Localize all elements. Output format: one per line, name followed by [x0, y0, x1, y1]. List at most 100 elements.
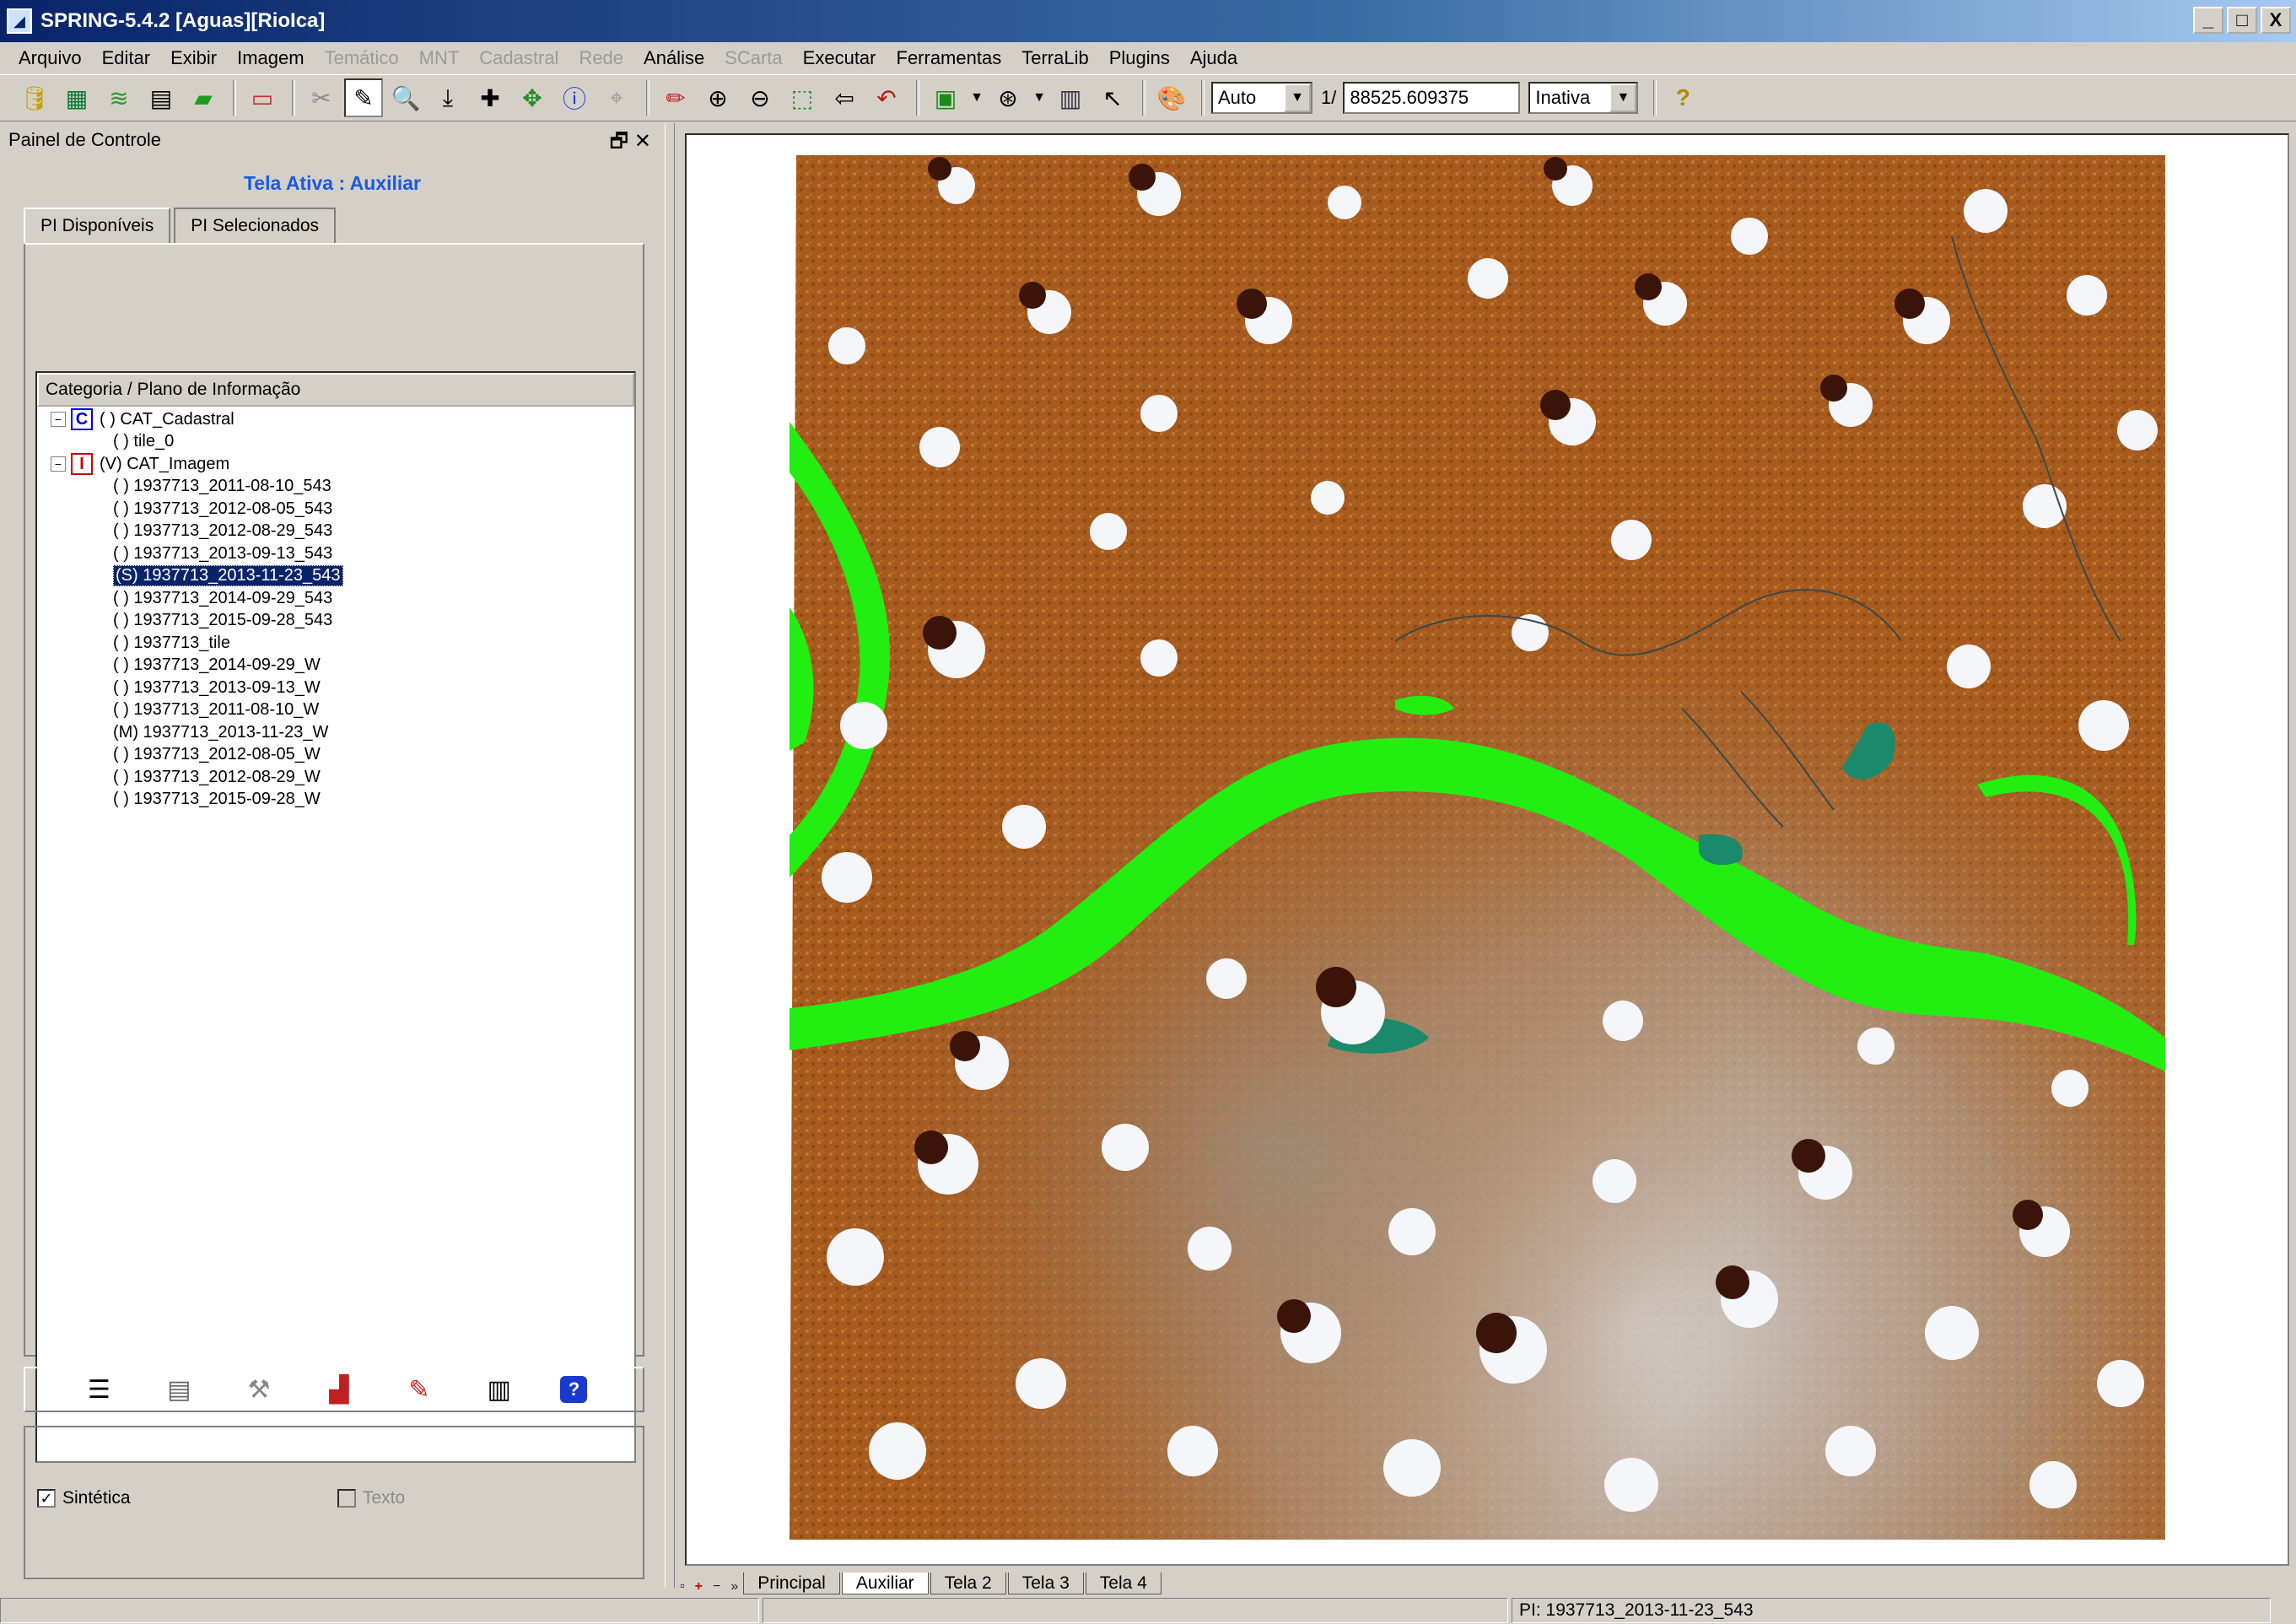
menu-arquivo[interactable]: Arquivo [8, 47, 92, 69]
tree-item[interactable]: ( ) 1937713_tile [46, 632, 634, 655]
tab-tela-2[interactable]: Tela 2 [930, 1573, 1006, 1594]
measure-icon[interactable]: ⌖ [597, 78, 636, 117]
edit-icon[interactable]: ✎ [401, 1371, 438, 1408]
tree-item[interactable]: ( ) 1937713_2011-08-10_543 [46, 476, 634, 499]
cursor-cross-icon[interactable]: ✚ [471, 78, 509, 117]
tab-pi-selecionados[interactable]: PI Selecionados [174, 208, 337, 243]
pointer-icon[interactable]: ↖ [1093, 78, 1132, 117]
chart-icon[interactable]: ▥ [1051, 78, 1090, 117]
pencil-icon[interactable]: ✏ [656, 78, 695, 117]
grid-icon[interactable]: ▤ [142, 78, 181, 117]
menu-imagem[interactable]: Imagem [227, 47, 314, 69]
menu-plugins[interactable]: Plugins [1099, 47, 1180, 69]
polygon-icon[interactable]: ▰ [184, 78, 223, 117]
layers-icon[interactable]: ≋ [100, 78, 138, 117]
menu-analise[interactable]: Análise [633, 47, 714, 69]
zoom-options-icon[interactable]: ⊛ [989, 78, 1027, 117]
select-icon[interactable]: ⤓ [428, 78, 467, 117]
screen-icon[interactable]: ▭ [243, 78, 282, 117]
tree-item[interactable]: ( ) tile_0 [46, 431, 634, 454]
collapse-icon[interactable]: − [51, 412, 66, 428]
pan-icon[interactable]: ✥ [513, 78, 552, 117]
tree-category[interactable]: − I (V) CAT_Imagem [46, 453, 634, 476]
paint-icon[interactable]: ▟ [321, 1371, 358, 1408]
dropdown-arrow-icon[interactable]: ▼ [1031, 78, 1048, 117]
tree-item[interactable]: ( ) 1937713_2013-09-13_543 [46, 542, 634, 565]
tab-pi-disponiveis[interactable]: PI Disponíveis [24, 208, 171, 243]
tree-item[interactable]: ( ) 1937713_2015-09-28_W [46, 789, 634, 812]
tree-item[interactable]: ( ) 1937713_2014-09-29_543 [46, 587, 634, 610]
tree-item[interactable]: ( ) 1937713_2011-08-10_W [46, 699, 634, 722]
tree-item[interactable]: ( ) 1937713_2012-08-05_W [46, 744, 634, 767]
map-canvas[interactable] [685, 133, 2289, 1566]
menu-ajuda[interactable]: Ajuda [1180, 47, 1248, 69]
menu-exibir[interactable]: Exibir [160, 47, 227, 69]
tree-item[interactable]: ( ) 1937713_2015-09-28_543 [46, 610, 634, 633]
tab-auxiliar[interactable]: Auxiliar [841, 1573, 929, 1594]
menu-ferramentas[interactable]: Ferramentas [887, 47, 1012, 69]
collapse-icon[interactable]: − [51, 456, 66, 472]
tools-icon[interactable]: ⚒ [240, 1371, 278, 1408]
tree-category[interactable]: − C ( ) CAT_Cadastral [46, 408, 634, 431]
tab-tela-4[interactable]: Tela 4 [1085, 1573, 1161, 1594]
chevron-down-icon[interactable]: ▼ [1284, 84, 1311, 112]
menu-mnt[interactable]: MNT [409, 47, 470, 69]
texto-checkbox[interactable] [337, 1489, 356, 1508]
screen-nav-3[interactable]: » [730, 1579, 738, 1594]
palette-icon[interactable]: 🎨 [1152, 78, 1191, 117]
help-icon[interactable]: ? [1663, 78, 1702, 117]
sintetica-checkbox[interactable]: ✓ [37, 1489, 56, 1508]
menu-rede[interactable]: Rede [569, 47, 633, 69]
display-icon[interactable]: ▣ [926, 78, 965, 117]
cut-icon[interactable]: ✂ [302, 78, 341, 117]
menu-scarta[interactable]: SCarta [714, 47, 792, 69]
zoom-in-icon[interactable]: ⊕ [698, 78, 737, 117]
screen-nav-1[interactable]: + [695, 1579, 703, 1594]
tree-item[interactable]: ( ) 1937713_2014-09-29_W [46, 655, 634, 677]
tree-item[interactable]: (S) 1937713_2013-11-23_543 [46, 565, 634, 588]
list-icon[interactable]: ☰ [80, 1371, 117, 1408]
scale-input[interactable]: 88525.609375 [1343, 82, 1521, 114]
screen-nav-2[interactable]: − [713, 1579, 720, 1594]
help-icon[interactable]: ? [560, 1376, 588, 1403]
close-button[interactable]: X [2261, 7, 2291, 34]
project-icon[interactable]: ▦ [57, 78, 96, 117]
info-icon[interactable]: ⓘ [555, 78, 594, 117]
maximize-button[interactable]: □ [2227, 7, 2257, 34]
screen-nav-0[interactable]: ▫ [680, 1579, 685, 1594]
magnifier-icon[interactable]: 🔍 [386, 78, 425, 117]
tab-tela-3[interactable]: Tela 3 [1007, 1573, 1084, 1594]
tree-item[interactable]: ( ) 1937713_2012-08-05_543 [46, 498, 634, 521]
chevron-down-icon[interactable]: ▼ [1609, 84, 1637, 112]
menu-terralib[interactable]: TerraLib [1011, 47, 1098, 69]
panel-controls[interactable]: 🗗 ✕ [610, 127, 651, 161]
zoom-out-icon[interactable]: ⊖ [741, 78, 779, 117]
zoom-area-icon[interactable]: ⬚ [783, 78, 822, 117]
tree-item[interactable]: ( ) 1937713_2012-08-29_543 [46, 521, 634, 543]
sintetica-label: Sintética [62, 1488, 131, 1508]
tab-principal[interactable]: Principal [743, 1573, 840, 1594]
menu-tematico[interactable]: Temático [315, 47, 409, 69]
sintetica-option[interactable]: ✓ Sintética [37, 1488, 131, 1508]
status-mode-select[interactable]: Inativa ▼ [1528, 82, 1639, 114]
undo-icon[interactable]: ↶ [867, 78, 906, 117]
menu-editar[interactable]: Editar [92, 47, 160, 69]
minimize-button[interactable]: _ [2193, 7, 2223, 34]
draw-icon[interactable]: ✎ [344, 78, 383, 117]
panel-splitter[interactable] [665, 123, 675, 1588]
menu-executar[interactable]: Executar [793, 47, 887, 69]
table-icon[interactable]: ▥ [481, 1371, 518, 1408]
tree-item[interactable]: ( ) 1937713_2012-08-29_W [46, 766, 634, 789]
tree-item-label: ( ) CAT_Cadastral [100, 409, 234, 429]
tree-item[interactable]: ( ) 1937713_2013-09-13_W [46, 677, 634, 699]
tree-item[interactable]: (M) 1937713_2013-11-23_W [46, 721, 634, 744]
back-icon[interactable]: ⇦ [825, 78, 864, 117]
satellite-image[interactable] [687, 135, 2289, 1566]
tree-item-label: (M) 1937713_2013-11-23_W [113, 722, 329, 742]
scale-mode-select[interactable]: Auto ▼ [1211, 82, 1312, 114]
menu-cadastral[interactable]: Cadastral [469, 47, 569, 69]
dropdown-arrow-icon[interactable]: ▼ [968, 78, 985, 117]
texto-option[interactable]: Texto [337, 1488, 405, 1508]
properties-icon[interactable]: ▤ [160, 1371, 197, 1408]
database-icon[interactable]: 🛢 [15, 78, 54, 117]
